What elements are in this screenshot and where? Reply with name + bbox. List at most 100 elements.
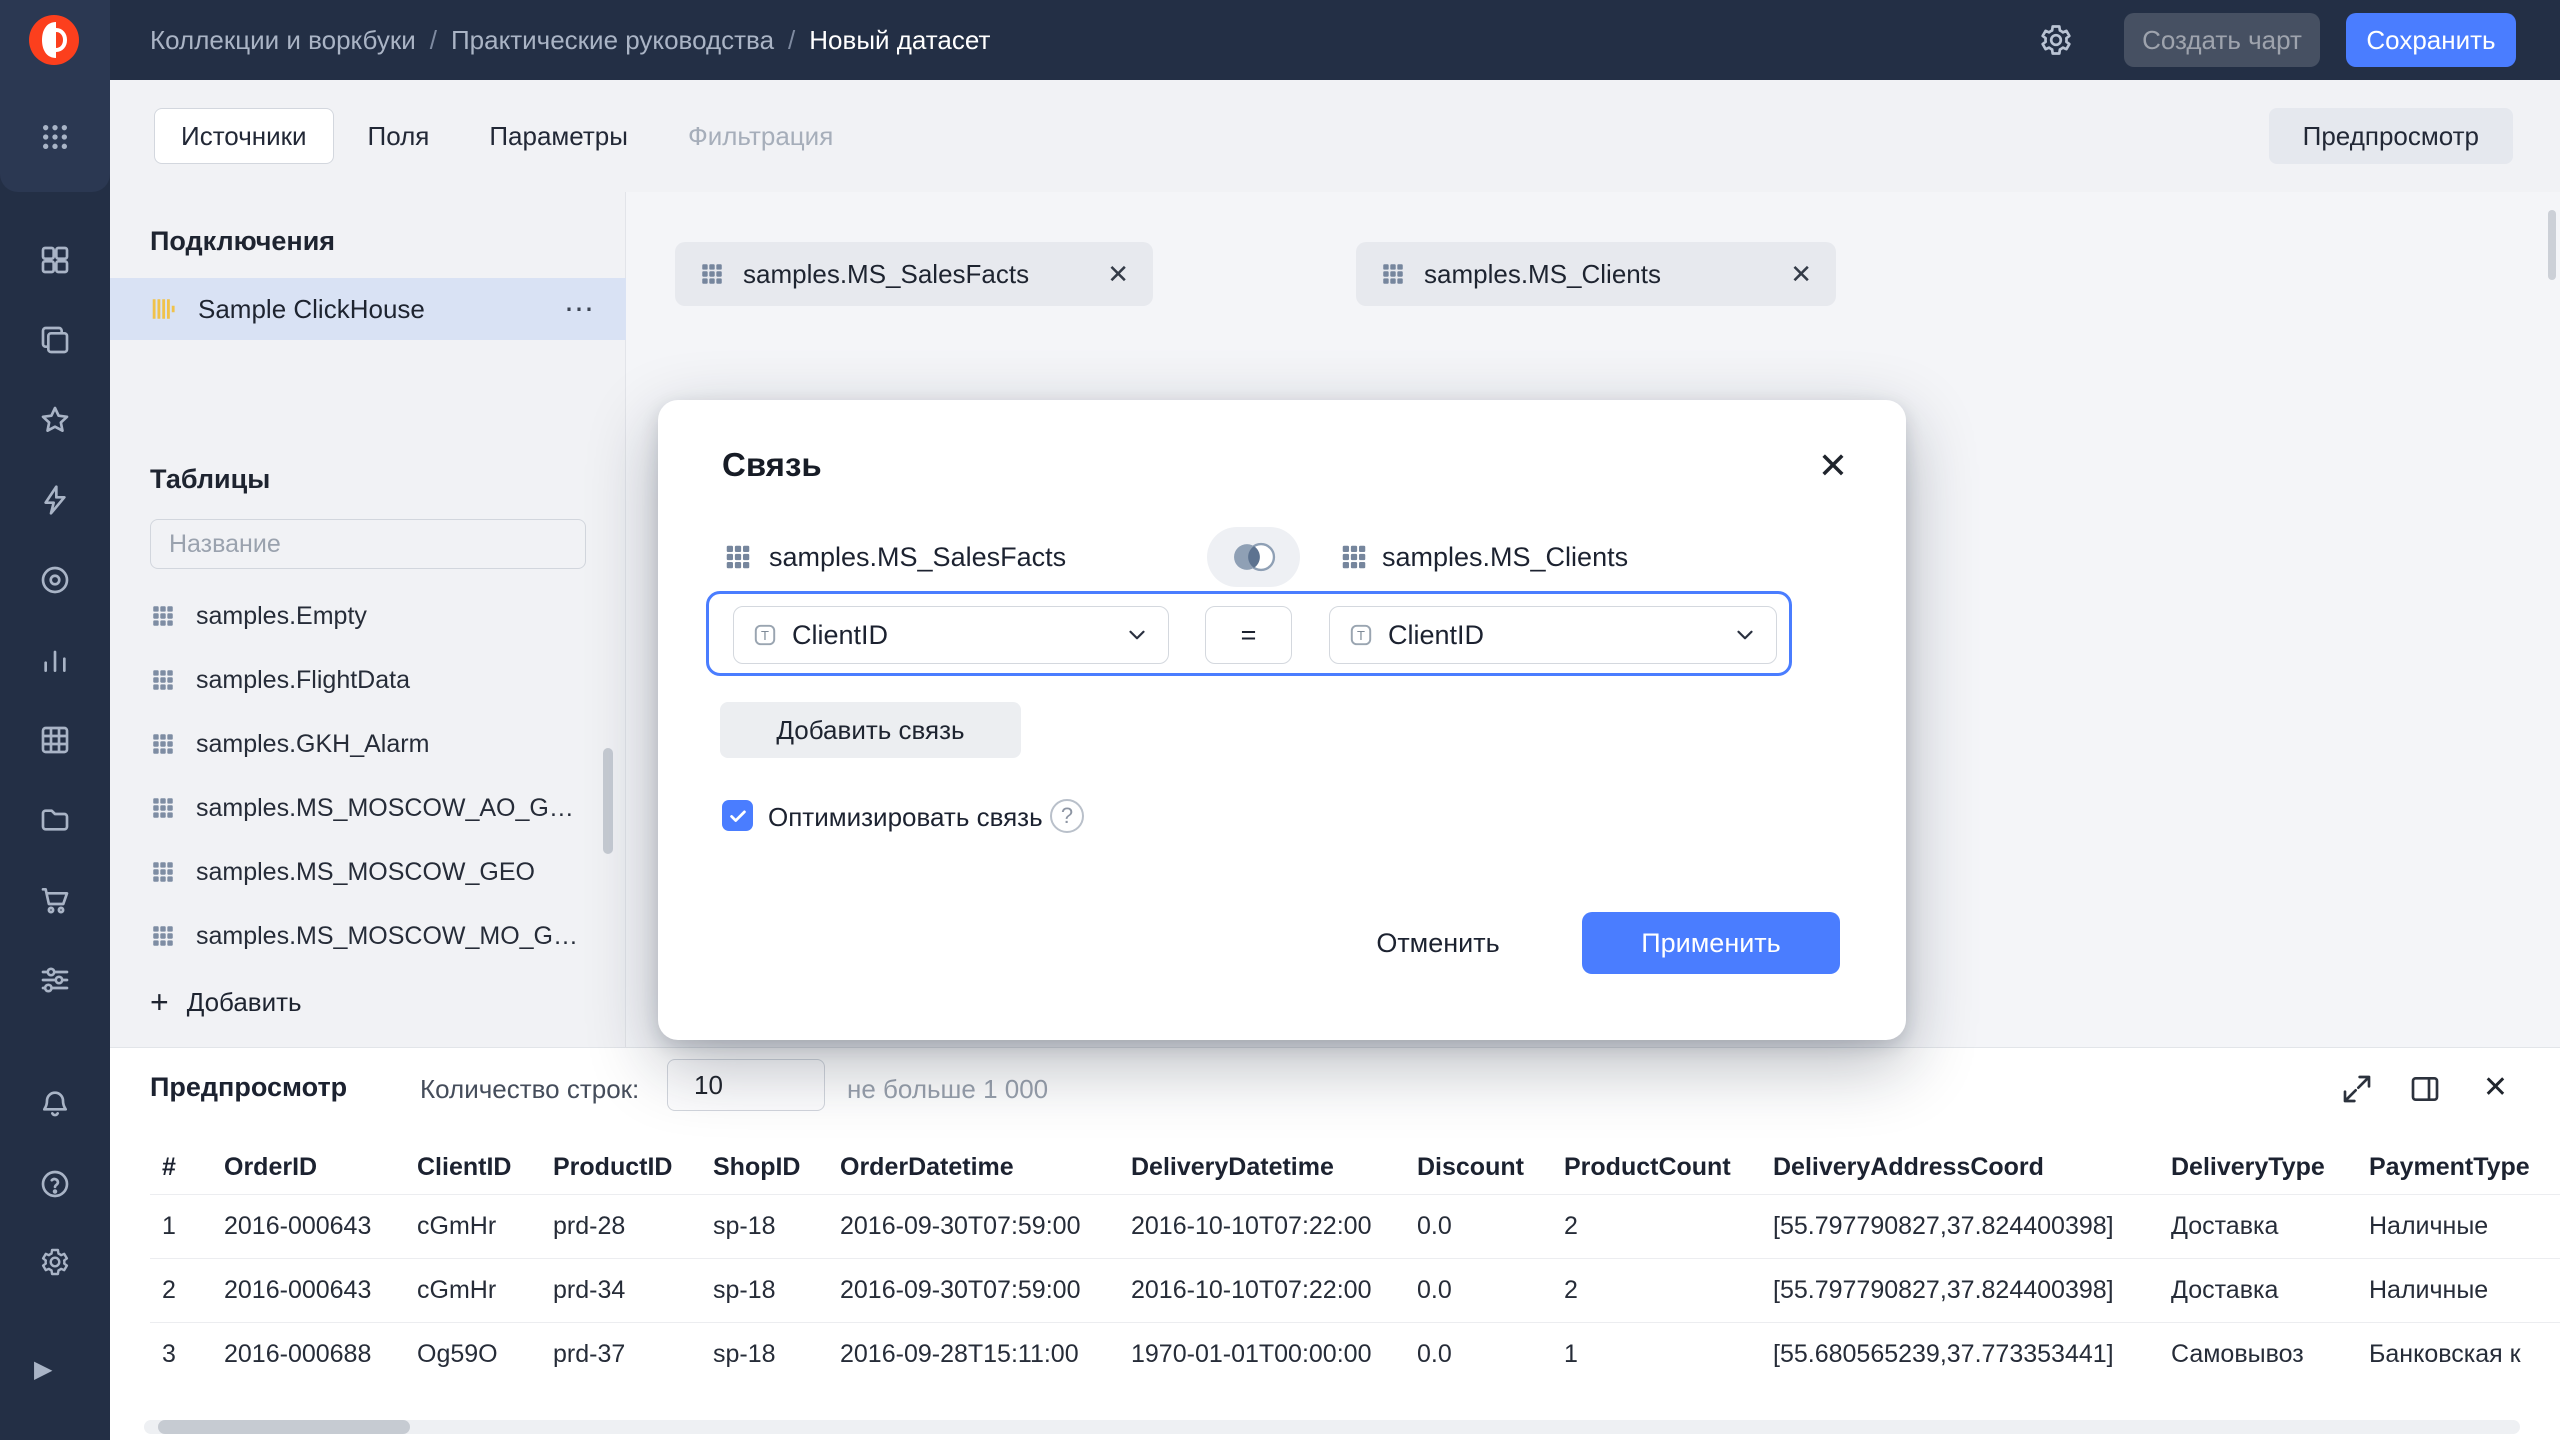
row-count-hint: не больше 1 000 [847, 1074, 1048, 1105]
tab-bar: Источники Поля Параметры Фильтрация Пред… [110, 80, 2560, 192]
table-grid-icon [150, 859, 176, 885]
split-view-icon[interactable] [2409, 1073, 2441, 1105]
right-field-select[interactable]: T ClientID [1329, 606, 1777, 664]
marketplace-cart-icon[interactable] [39, 884, 71, 916]
expand-rail-icon[interactable]: ▶ [34, 1356, 52, 1384]
table-list-item[interactable]: samples.MS_MOSCOW_MO_G… [110, 904, 626, 968]
favorites-star-icon[interactable] [39, 404, 71, 436]
tables-title: Таблицы [150, 464, 270, 495]
breadcrumb-collections[interactable]: Коллекции и воркбуки [150, 25, 416, 56]
remove-table-icon[interactable]: ✕ [1790, 259, 1812, 290]
preview-toggle-button[interactable]: Предпросмотр [2269, 108, 2513, 164]
table-list-item[interactable]: samples.MS_MOSCOW_GEO [110, 840, 626, 904]
canvas-scrollbar[interactable] [2548, 210, 2556, 280]
remove-table-icon[interactable]: ✕ [1107, 259, 1129, 290]
help-icon[interactable] [39, 1168, 71, 1200]
rail-gear-icon[interactable] [39, 1246, 71, 1278]
expand-preview-icon[interactable] [2341, 1073, 2373, 1105]
apps-grid-icon[interactable] [39, 121, 71, 153]
left-field-value: ClientID [792, 620, 1124, 651]
connections-bolt-icon[interactable] [39, 484, 71, 516]
horizontal-scrollbar-track[interactable] [144, 1420, 2520, 1434]
datasets-table-icon[interactable] [39, 724, 71, 756]
modal-close-icon[interactable]: ✕ [1818, 448, 1848, 484]
optimize-checkbox[interactable] [722, 800, 753, 831]
table-cell: sp-18 [701, 1322, 828, 1386]
table-search-input[interactable] [150, 519, 586, 569]
add-table-label: Добавить [187, 987, 302, 1018]
table-list-item[interactable]: samples.MS_MOSCOW_AO_G… [110, 776, 626, 840]
table-cell: Наличные [2357, 1258, 2560, 1322]
add-table-button[interactable]: + Добавить [150, 974, 302, 1030]
optimize-label: Оптимизировать связь [768, 802, 1043, 833]
row-count-label: Количество строк: [420, 1074, 639, 1105]
files-folder-icon[interactable] [39, 804, 71, 836]
breadcrumb: Коллекции и воркбуки / Практические руко… [150, 0, 990, 80]
column-header: DeliveryAddressCoord [1761, 1142, 2159, 1194]
table-list-label: samples.MS_MOSCOW_MO_G… [196, 922, 578, 951]
top-header: Коллекции и воркбуки / Практические руко… [0, 0, 2560, 80]
table-cell: cGmHr [405, 1258, 541, 1322]
table-cell: prd-28 [541, 1194, 701, 1258]
column-header: OrderDatetime [828, 1142, 1119, 1194]
preview-panel: Предпросмотр Количество строк: не больше… [110, 1047, 2560, 1440]
dashboards-icon[interactable] [39, 244, 71, 276]
optimize-help-icon[interactable]: ? [1050, 799, 1084, 833]
tab-fields[interactable]: Поля [342, 108, 456, 164]
panel-scrollbar[interactable] [603, 748, 613, 854]
table-cell: 0.0 [1405, 1194, 1552, 1258]
settings-gear-icon[interactable] [2038, 22, 2074, 58]
preview-table: #OrderIDClientIDProductIDShopIDOrderDate… [150, 1142, 2560, 1386]
table-cell: 2016-000643 [212, 1194, 405, 1258]
cancel-button[interactable]: Отменить [1358, 912, 1518, 974]
table-cell: Доставка [2159, 1258, 2357, 1322]
svg-text:T: T [1357, 628, 1365, 643]
connection-item-sample-clickhouse[interactable]: Sample ClickHouse ⋯ [110, 278, 626, 340]
table-list-item[interactable]: samples.FlightData [110, 648, 626, 712]
table-cell: cGmHr [405, 1194, 541, 1258]
preview-title: Предпросмотр [150, 1072, 347, 1103]
collections-icon[interactable] [39, 324, 71, 356]
row-count-input[interactable] [667, 1059, 825, 1111]
operator-button[interactable]: = [1205, 606, 1292, 664]
modal-join-type-toggle[interactable] [1207, 527, 1300, 587]
column-header: PaymentType [2357, 1142, 2560, 1194]
table-list-label: samples.MS_MOSCOW_GEO [196, 858, 535, 887]
left-field-select[interactable]: T ClientID [733, 606, 1169, 664]
table-cell: 1970-01-01T00:00:00 [1119, 1322, 1405, 1386]
settings-sliders-icon[interactable] [39, 964, 71, 996]
close-preview-icon[interactable]: ✕ [2483, 1070, 2508, 1105]
table-grid-icon [1380, 261, 1406, 287]
column-header: ProductID [541, 1142, 701, 1194]
field-type-icon: T [752, 622, 778, 648]
table-cell: 0.0 [1405, 1322, 1552, 1386]
table-grid-icon [150, 795, 176, 821]
table-cell: [55.797790827,37.824400398] [1761, 1258, 2159, 1322]
table-list-item[interactable]: samples.Empty [110, 584, 626, 648]
table-cell: [55.680565239,37.773353441] [1761, 1322, 2159, 1386]
table-list-item[interactable]: samples.GKH_Alarm [110, 712, 626, 776]
table-list-label: samples.MS_MOSCOW_AO_G… [196, 794, 574, 823]
add-link-button[interactable]: Добавить связь [720, 702, 1021, 758]
breadcrumb-workbook[interactable]: Практические руководства [451, 25, 774, 56]
connection-more-icon[interactable]: ⋯ [564, 292, 596, 327]
table-cell: Наличные [2357, 1194, 2560, 1258]
table-grid-icon [1339, 542, 1369, 572]
services-icon[interactable] [39, 564, 71, 596]
tab-sources[interactable]: Источники [154, 108, 334, 164]
apply-button[interactable]: Применить [1582, 912, 1840, 974]
table-cell: 2016-000688 [212, 1322, 405, 1386]
save-button[interactable]: Сохранить [2346, 13, 2516, 67]
canvas-table-salesfacts[interactable]: samples.MS_SalesFacts ✕ [675, 242, 1153, 306]
horizontal-scrollbar-thumb[interactable] [158, 1420, 410, 1434]
charts-icon[interactable] [39, 644, 71, 676]
connections-title: Подключения [150, 226, 335, 257]
datalens-logo[interactable] [27, 13, 81, 67]
canvas-table-clients[interactable]: samples.MS_Clients ✕ [1356, 242, 1836, 306]
breadcrumb-separator: / [430, 25, 437, 56]
dataset-tabs: Источники Поля Параметры Фильтрация [154, 108, 859, 164]
tab-parameters[interactable]: Параметры [463, 108, 654, 164]
notifications-bell-icon[interactable] [39, 1088, 71, 1120]
table-grid-icon [699, 261, 725, 287]
table-cell: 1 [150, 1194, 212, 1258]
